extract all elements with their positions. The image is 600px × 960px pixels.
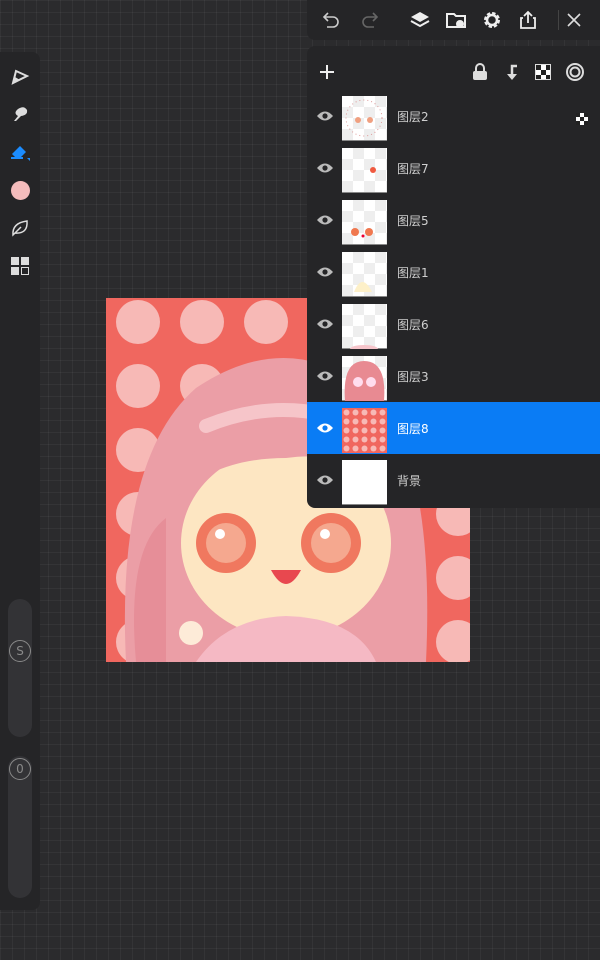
eye-icon[interactable] — [313, 364, 337, 388]
close-icon[interactable] — [562, 8, 586, 32]
layer-name: 图层5 — [397, 214, 429, 228]
eye-icon[interactable] — [313, 156, 337, 180]
blend-mode-icon[interactable] — [563, 60, 587, 84]
layer-row[interactable]: 图层3 — [307, 350, 600, 402]
undo-icon[interactable] — [319, 8, 343, 32]
layer-name: 背景 — [397, 474, 422, 488]
layer-thumbnail — [342, 252, 387, 297]
layers-panel: 图层2 图层7 图层5 图层1 图层6 图层3 图层8 背景 — [307, 46, 600, 508]
layer-row[interactable]: 图层5 — [307, 194, 600, 246]
gear-icon[interactable] — [480, 8, 504, 32]
brush-size-slider[interactable]: S — [8, 599, 32, 737]
merge-down-icon[interactable] — [500, 60, 524, 84]
layer-name: 图层6 — [397, 318, 429, 332]
lock-icon[interactable] — [468, 60, 492, 84]
pencil-icon[interactable] — [8, 64, 32, 88]
layer-row[interactable]: 图层6 — [307, 298, 600, 353]
opacity-knob[interactable]: 0 — [9, 758, 31, 780]
layer-name: 图层1 — [397, 266, 429, 280]
eye-icon[interactable] — [313, 104, 337, 128]
layers-icon[interactable] — [408, 8, 432, 32]
layer-thumbnail — [342, 304, 387, 353]
tool-sidebar: S 0 — [0, 52, 40, 910]
layer-row[interactable]: 图层2 — [307, 90, 600, 142]
layer-row[interactable]: 图层7 — [307, 142, 600, 194]
layer-thumbnail — [342, 96, 387, 141]
grid-gallery-icon[interactable] — [8, 254, 32, 278]
eye-icon[interactable] — [313, 468, 337, 492]
top-toolbar — [307, 0, 600, 40]
add-layer-icon[interactable] — [315, 60, 339, 84]
layer-row[interactable]: 背景 — [307, 454, 600, 506]
eye-icon[interactable] — [313, 208, 337, 232]
layer-name: 图层8 — [397, 422, 429, 436]
share-icon[interactable] — [516, 8, 540, 32]
eye-icon[interactable] — [313, 312, 337, 336]
layer-row[interactable]: 图层1 — [307, 246, 600, 298]
layer-thumbnail — [342, 148, 387, 193]
layer-thumbnail — [342, 200, 387, 245]
eye-icon[interactable] — [313, 260, 337, 284]
opacity-slider[interactable]: 0 — [8, 756, 32, 898]
layer-row[interactable]: 图层8 — [307, 402, 600, 454]
color-swatch[interactable] — [8, 178, 32, 202]
eraser-icon[interactable] — [8, 140, 32, 164]
leaf-brush-icon[interactable] — [8, 216, 32, 240]
smudge-icon[interactable] — [8, 102, 32, 126]
alpha-lock-icon[interactable] — [531, 60, 555, 84]
layer-name: 图层7 — [397, 162, 429, 176]
redo-icon[interactable] — [358, 8, 382, 32]
layer-thumbnail — [342, 408, 387, 453]
layer-thumbnail — [342, 460, 387, 505]
size-knob[interactable]: S — [9, 640, 31, 662]
alpha-lock-indicator-icon — [576, 110, 588, 125]
layer-name: 图层2 — [397, 110, 429, 124]
eye-icon[interactable] — [313, 416, 337, 440]
layer-thumbnail — [342, 356, 387, 401]
divider — [558, 10, 559, 30]
layer-name: 图层3 — [397, 370, 429, 384]
folder-import-icon[interactable] — [444, 8, 468, 32]
